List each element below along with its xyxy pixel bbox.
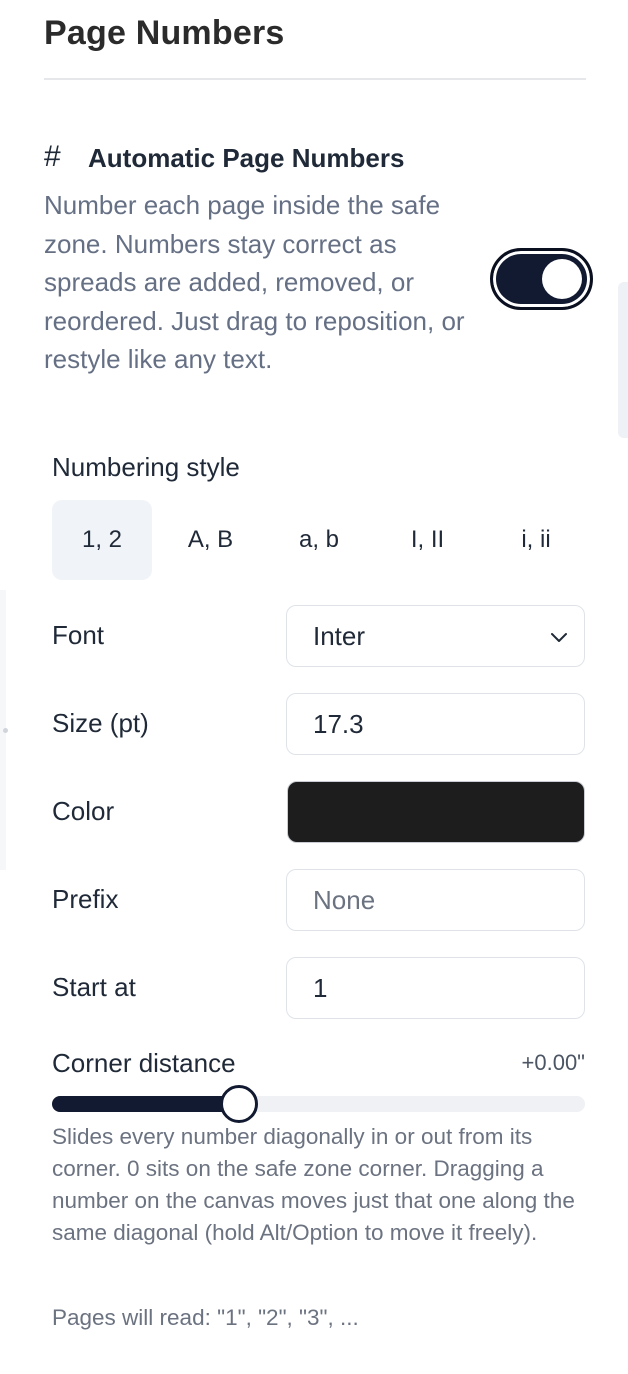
- section-title: Automatic Page Numbers: [88, 142, 405, 173]
- font-select[interactable]: Inter: [286, 605, 585, 667]
- hash-icon: #: [44, 140, 61, 173]
- prefix-input[interactable]: None: [286, 869, 585, 931]
- numbering-option-lower-roman[interactable]: i, ii: [486, 500, 586, 580]
- section-header: # Automatic Page Numbers: [44, 140, 405, 174]
- section-description: Number each page inside the safe zone. N…: [44, 190, 465, 374]
- size-label: Size (pt): [52, 708, 149, 738]
- size-input-value: 17.3: [313, 708, 364, 739]
- start-at-label: Start at: [52, 972, 136, 1002]
- numbering-option-lower-alpha[interactable]: a, b: [269, 500, 369, 580]
- size-input[interactable]: 17.3: [286, 693, 585, 755]
- scrollbar[interactable]: [618, 282, 628, 438]
- start-at-input[interactable]: 1: [286, 957, 585, 1019]
- color-picker[interactable]: [287, 781, 585, 843]
- numbering-style-label: Numbering style: [52, 452, 240, 482]
- color-label: Color: [52, 796, 115, 826]
- numbering-option-arabic[interactable]: 1, 2: [52, 500, 152, 580]
- prefix-placeholder: None: [313, 884, 376, 915]
- page-title: Page Numbers: [44, 14, 285, 52]
- font-label: Font: [52, 620, 105, 650]
- numbering-style-selector: 1, 2 A, B a, b I, II i, ii: [52, 500, 596, 580]
- prefix-label: Prefix: [52, 884, 119, 914]
- corner-distance-label: Corner distance: [52, 1048, 236, 1078]
- start-at-value: 1: [313, 972, 328, 1003]
- header-divider: [44, 78, 586, 80]
- auto-page-numbers-toggle[interactable]: [490, 248, 593, 310]
- font-select-value: Inter: [313, 620, 366, 651]
- toggle-knob: [542, 259, 582, 299]
- panel-resize-handle[interactable]: [3, 728, 8, 733]
- pages-preview: Pages will read: "1", "2", "3", ...: [52, 1305, 359, 1330]
- numbering-option-upper-roman[interactable]: I, II: [378, 500, 478, 580]
- chevron-down-icon: [551, 633, 567, 642]
- slider-thumb[interactable]: [219, 1085, 258, 1123]
- corner-distance-value: +0.00": [521, 1050, 585, 1075]
- corner-distance-help: Slides every number diagonally in or out…: [52, 1124, 575, 1245]
- slider-fill: [52, 1096, 239, 1112]
- numbering-option-upper-alpha[interactable]: A, B: [161, 500, 261, 580]
